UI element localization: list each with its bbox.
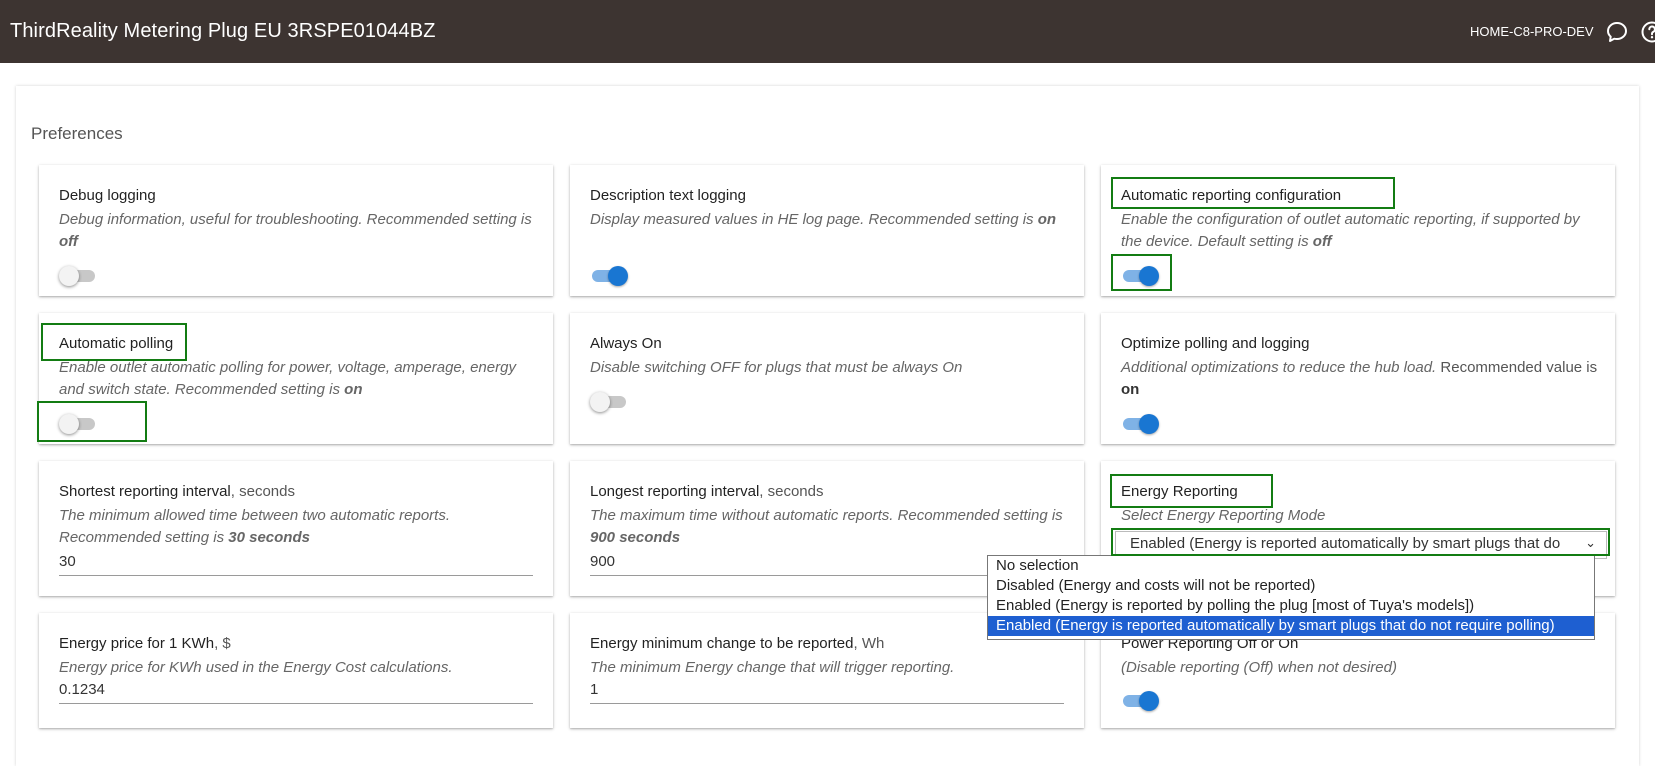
energy-reporting-selected-value: Enabled (Energy is reported automaticall… xyxy=(1130,535,1560,552)
min-interval-desc: The minimum allowed time between two aut… xyxy=(59,505,537,549)
dropdown-option-selected[interactable]: Enabled (Energy is reported automaticall… xyxy=(988,616,1594,636)
max-interval-desc: The maximum time without automatic repor… xyxy=(590,505,1068,549)
energy-price-desc: Energy price for KWh used in the Energy … xyxy=(59,657,537,679)
card-optimize-polling: Optimize polling and logging Additional … xyxy=(1101,313,1615,444)
auto-reporting-desc: Enable the configuration of outlet autom… xyxy=(1121,209,1599,253)
optimize-polling-label: Optimize polling and logging xyxy=(1121,335,1309,352)
optimize-polling-toggle[interactable] xyxy=(1121,413,1159,435)
energy-reporting-dropdown: No selection Disabled (Energy and costs … xyxy=(987,555,1595,640)
energy-min-change-input[interactable]: 1 xyxy=(590,679,1064,704)
description-logging-toggle[interactable] xyxy=(590,265,628,287)
min-interval-label: Shortest reporting interval, seconds xyxy=(59,483,295,500)
power-reporting-toggle[interactable] xyxy=(1121,690,1159,712)
auto-polling-label: Automatic polling xyxy=(59,335,173,352)
auto-reporting-toggle[interactable] xyxy=(1121,265,1159,287)
dropdown-option[interactable]: Enabled (Energy is reported by polling t… xyxy=(988,596,1594,616)
description-logging-label: Description text logging xyxy=(590,187,746,204)
card-auto-reporting: Automatic reporting configuration Enable… xyxy=(1101,165,1615,296)
auto-polling-toggle[interactable] xyxy=(59,413,97,435)
energy-price-input[interactable]: 0.1234 xyxy=(59,679,533,704)
card-debug-logging: Debug logging Debug information, useful … xyxy=(39,165,553,296)
hub-name[interactable]: HOME-C8-PRO-DEV xyxy=(1470,24,1594,39)
debug-logging-label: Debug logging xyxy=(59,187,156,204)
energy-price-label: Energy price for 1 KWh, $ xyxy=(59,635,231,652)
always-on-label: Always On xyxy=(590,335,662,352)
auto-reporting-label: Automatic reporting configuration xyxy=(1121,187,1341,204)
description-logging-desc: Display measured values in HE log page. … xyxy=(590,209,1068,231)
chat-icon[interactable] xyxy=(1605,20,1629,44)
section-title: Preferences xyxy=(31,124,123,144)
energy-reporting-label: Energy Reporting xyxy=(1121,483,1238,500)
card-min-interval: Shortest reporting interval, seconds The… xyxy=(39,461,553,596)
card-description-logging: Description text logging Display measure… xyxy=(570,165,1084,296)
energy-min-change-label: Energy minimum change to be reported, Wh xyxy=(590,635,884,652)
power-reporting-desc: (Disable reporting (Off) when not desire… xyxy=(1121,657,1599,679)
help-icon[interactable] xyxy=(1640,20,1655,44)
min-interval-input[interactable]: 30 xyxy=(59,551,533,576)
auto-polling-desc: Enable outlet automatic polling for powe… xyxy=(59,357,537,401)
debug-logging-desc: Debug information, useful for troublesho… xyxy=(59,209,537,253)
card-auto-polling: Automatic polling Enable outlet automati… xyxy=(39,313,553,444)
debug-logging-toggle[interactable] xyxy=(59,265,97,287)
app-header: ThirdReality Metering Plug EU 3RSPE01044… xyxy=(0,0,1655,63)
optimize-polling-desc: Additional optimizations to reduce the h… xyxy=(1121,357,1599,401)
card-always-on: Always On Disable switching OFF for plug… xyxy=(570,313,1084,444)
device-title: ThirdReality Metering Plug EU 3RSPE01044… xyxy=(10,20,436,43)
chevron-down-icon: ⌄ xyxy=(1585,535,1596,551)
always-on-toggle[interactable] xyxy=(590,391,628,413)
dropdown-option[interactable]: No selection xyxy=(988,556,1594,576)
energy-reporting-desc: Select Energy Reporting Mode xyxy=(1121,505,1599,527)
card-energy-price: Energy price for 1 KWh, $ Energy price f… xyxy=(39,613,553,728)
always-on-desc: Disable switching OFF for plugs that mus… xyxy=(590,357,1068,379)
energy-min-change-desc: The minimum Energy change that will trig… xyxy=(590,657,1068,679)
dropdown-option[interactable]: Disabled (Energy and costs will not be r… xyxy=(988,576,1594,596)
max-interval-label: Longest reporting interval, seconds xyxy=(590,483,824,500)
